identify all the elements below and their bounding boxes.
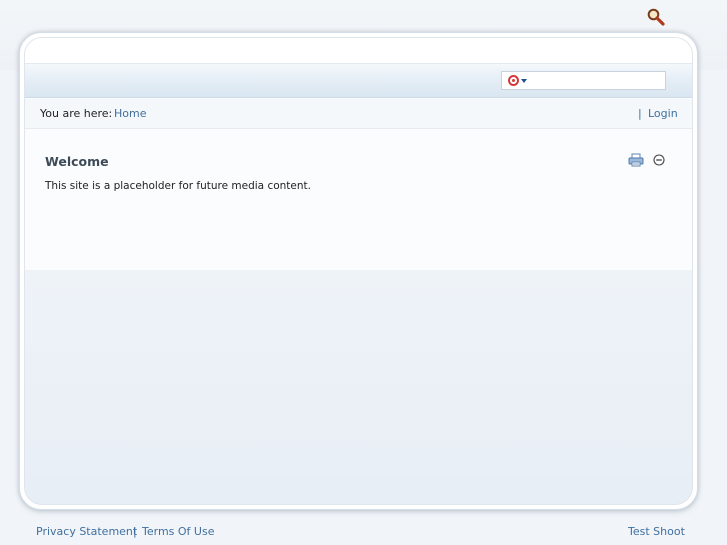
- search-engine-icon: [507, 75, 519, 86]
- module-title: Welcome: [45, 154, 109, 169]
- login-link[interactable]: Login: [648, 107, 678, 120]
- privacy-statement-link[interactable]: Privacy Statement: [36, 525, 137, 538]
- print-icon[interactable]: [628, 153, 644, 167]
- minimize-icon[interactable]: [653, 154, 665, 166]
- chevron-down-icon: [520, 78, 527, 83]
- magnifier-icon[interactable]: [646, 7, 666, 27]
- search-engine-picker[interactable]: [502, 72, 532, 89]
- breadcrumb-home-link[interactable]: Home: [114, 107, 146, 120]
- breadcrumb-label: You are here:: [40, 107, 113, 120]
- terms-of-use-link[interactable]: Terms Of Use: [142, 525, 214, 538]
- search-bar: [25, 64, 692, 98]
- search-box: [501, 71, 666, 90]
- login-separator: |: [638, 107, 642, 120]
- site-frame: You are here: Home | Login Welcome This …: [24, 37, 693, 505]
- site-container: You are here: Home | Login Welcome This …: [19, 32, 698, 510]
- top-strip: [25, 38, 692, 64]
- search-input[interactable]: [533, 72, 665, 89]
- footer-separator: |: [133, 525, 137, 538]
- module-body-text: This site is a placeholder for future me…: [45, 180, 311, 192]
- copyright-text: Test Shoot: [628, 525, 685, 538]
- breadcrumb: You are here: Home | Login: [25, 99, 692, 129]
